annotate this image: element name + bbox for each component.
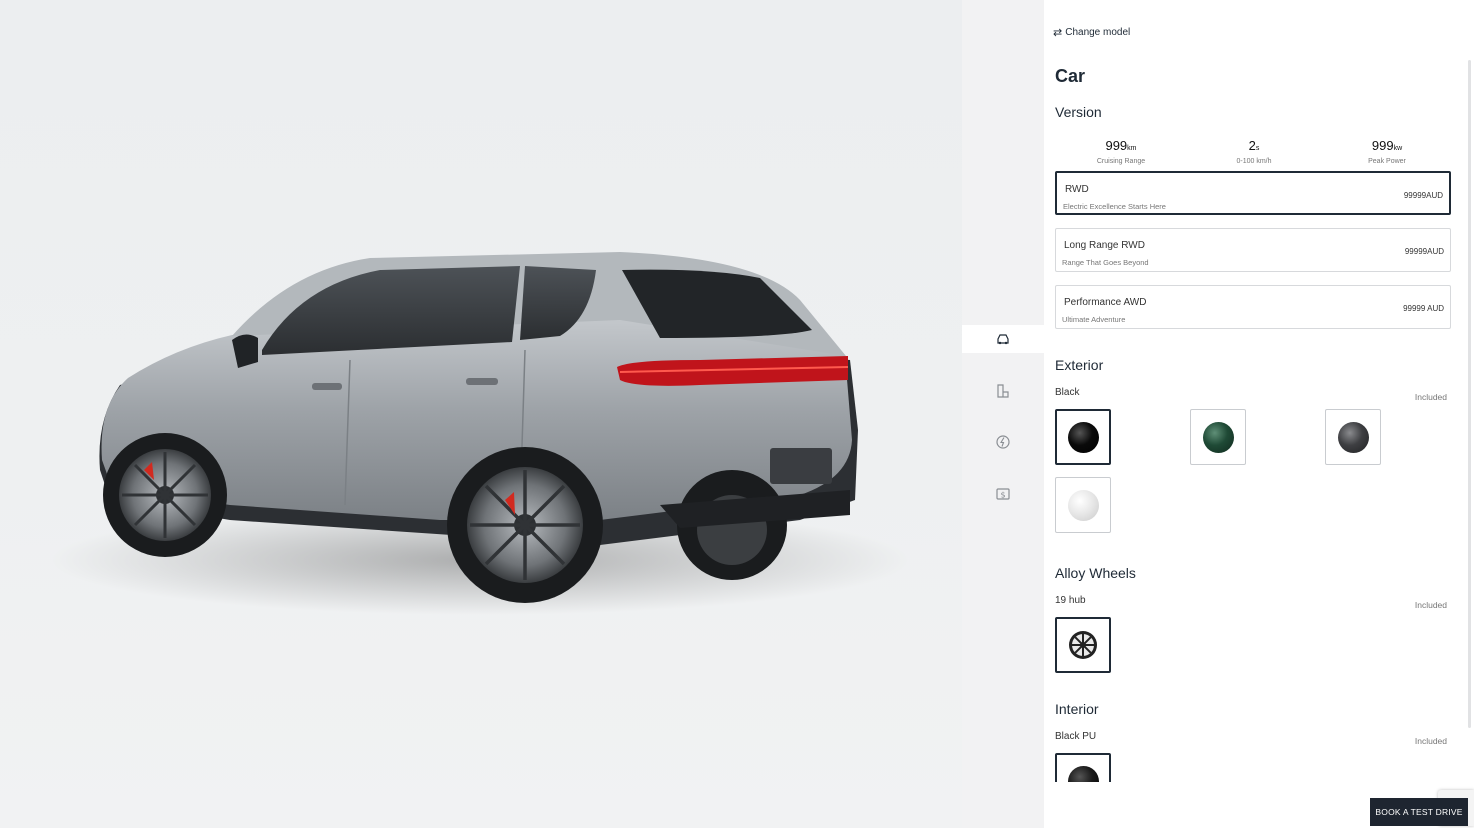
spec-cruising-range: 999km Cruising Range xyxy=(1056,137,1186,165)
color-ball xyxy=(1337,421,1369,453)
version-price: 99999AUD xyxy=(1404,247,1444,256)
spec-unit: s xyxy=(1255,145,1260,152)
rail-charging-tab[interactable] xyxy=(962,428,1044,456)
spec-value: 2 xyxy=(1248,138,1256,153)
car-body-icon xyxy=(997,334,1009,345)
change-model-link[interactable]: ⇄ Change model xyxy=(1053,26,1130,39)
color-ball xyxy=(1067,765,1099,782)
change-model-label: Change model xyxy=(1065,27,1131,38)
wheels-included-label: Included xyxy=(1414,600,1447,610)
book-test-drive-button[interactable]: BOOK A TEST DRIVE xyxy=(1370,798,1468,826)
configurator-panel: ⇄ Change model Car Version 999km Cruisin… xyxy=(1044,0,1474,828)
swap-arrows-icon: ⇄ xyxy=(1053,27,1063,39)
version-price: 99999AUD xyxy=(1403,191,1443,200)
color-ball xyxy=(1202,421,1234,453)
exterior-swatch-green[interactable] xyxy=(1190,409,1246,465)
svg-text:$: $ xyxy=(1000,491,1005,500)
alloy-wheel-icon xyxy=(1069,631,1097,659)
rail-interior-tab[interactable] xyxy=(962,377,1044,405)
configurator-scroll-area[interactable]: ⇄ Change model Car Version 999km Cruisin… xyxy=(1044,0,1464,782)
spec-label: Cruising Range xyxy=(1096,158,1146,165)
version-option-rwd[interactable]: RWD Electric Excellence Starts Here 9999… xyxy=(1055,171,1451,215)
spec-label: Peak Power xyxy=(1368,158,1406,165)
version-price: 99999 AUD xyxy=(1403,304,1444,313)
spec-value: 999 xyxy=(1371,138,1394,153)
config-section-rail: $ xyxy=(962,0,1044,828)
car-render xyxy=(50,252,910,615)
rail-exterior-tab[interactable] xyxy=(962,325,1044,353)
version-name: Long Range RWD xyxy=(1064,240,1145,251)
spec-unit: km xyxy=(1127,145,1137,152)
version-name: RWD xyxy=(1065,184,1089,195)
spec-acceleration: 2s 0-100 km/h xyxy=(1189,137,1319,165)
wheels-selected-name: 19 hub xyxy=(1055,595,1086,606)
interior-swatch-black-pu[interactable] xyxy=(1055,753,1111,782)
exterior-included-label: Included xyxy=(1414,392,1447,402)
color-ball xyxy=(1067,421,1099,453)
spec-label: 0-100 km/h xyxy=(1236,158,1272,165)
version-name: Performance AWD xyxy=(1064,297,1147,308)
exterior-selected-name: Black xyxy=(1055,387,1080,398)
version-heading: Version xyxy=(1055,104,1102,120)
exterior-swatch-grey[interactable] xyxy=(1325,409,1381,465)
wheel-swatch-19-hub[interactable] xyxy=(1055,617,1111,673)
interior-heading: Interior xyxy=(1055,701,1099,717)
version-tagline: Range That Goes Beyond xyxy=(1062,258,1149,267)
panel-scrollbar[interactable] xyxy=(1468,60,1471,728)
spec-unit: kw xyxy=(1393,145,1403,152)
seat-icon xyxy=(997,384,1009,398)
version-option-performance-awd[interactable]: Performance AWD Ultimate Adventure 99999… xyxy=(1055,285,1451,329)
car-preview-stage[interactable] xyxy=(0,0,962,828)
rail-price-tab[interactable]: $ xyxy=(962,480,1044,508)
spec-peak-power: 999kw Peak Power xyxy=(1322,137,1452,165)
charging-icon xyxy=(996,435,1010,449)
version-tagline: Ultimate Adventure xyxy=(1062,315,1126,324)
exterior-swatch-black[interactable] xyxy=(1055,409,1111,465)
color-ball xyxy=(1067,489,1099,521)
price-icon: $ xyxy=(996,488,1010,500)
interior-included-label: Included xyxy=(1414,736,1447,746)
wheels-heading: Alloy Wheels xyxy=(1055,565,1136,581)
interior-selected-name: Black PU xyxy=(1055,731,1097,742)
version-tagline: Electric Excellence Starts Here xyxy=(1063,202,1166,211)
spec-value: 999 xyxy=(1105,138,1128,153)
exterior-heading: Exterior xyxy=(1055,357,1104,373)
exterior-swatch-white[interactable] xyxy=(1055,477,1111,533)
page-title: Car xyxy=(1055,66,1086,86)
version-option-long-range-rwd[interactable]: Long Range RWD Range That Goes Beyond 99… xyxy=(1055,228,1451,272)
